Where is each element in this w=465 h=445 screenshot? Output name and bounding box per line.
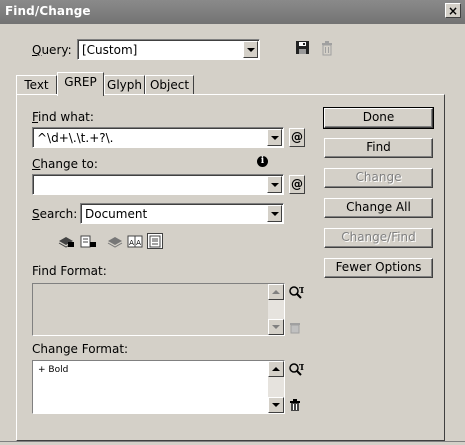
tab-text[interactable]: Text <box>16 75 57 95</box>
tab-glyph[interactable]: Glyph <box>104 75 145 95</box>
save-query-icon[interactable] <box>295 40 311 56</box>
include-locked-stories-icon[interactable] <box>80 234 97 249</box>
search-label: Search: <box>32 207 78 221</box>
svg-text:T: T <box>299 285 304 295</box>
find-button[interactable]: Find <box>324 138 433 158</box>
include-locked-layers-icon[interactable] <box>58 234 75 249</box>
window-title: Find/Change <box>5 4 91 18</box>
find-what-label: Find what: <box>32 110 94 124</box>
include-master-pages-icon[interactable]: A A <box>127 234 144 249</box>
include-footnotes-icon[interactable] <box>147 233 164 249</box>
find-format-label: Find Format: <box>32 264 107 278</box>
search-dropdown-arrow[interactable] <box>267 205 282 222</box>
find-format-scrollbar[interactable] <box>268 284 284 335</box>
svg-text:A: A <box>129 239 134 247</box>
change-all-button[interactable]: Change All <box>324 198 433 218</box>
query-dropdown-arrow[interactable] <box>243 41 258 58</box>
find-what-input[interactable]: ^\d+\.\t.+?\. <box>32 127 284 148</box>
find-format-box[interactable] <box>32 283 285 336</box>
change-find-button[interactable]: Change/Find <box>324 228 433 248</box>
change-button[interactable]: Change <box>324 168 433 188</box>
clear-change-attributes-icon[interactable] <box>289 398 301 412</box>
change-format-box[interactable]: + Bold <box>32 360 285 414</box>
delete-query-icon[interactable] <box>320 40 334 56</box>
find-format-scroll-up[interactable] <box>268 284 284 300</box>
clear-find-attributes-icon[interactable] <box>289 320 301 334</box>
change-to-dropdown-arrow[interactable] <box>267 176 282 193</box>
specify-find-attributes-icon[interactable]: T <box>288 285 304 301</box>
find-what-value: ^\d+\.\t.+?\. <box>37 131 114 145</box>
change-format-scroll-up[interactable] <box>268 361 284 377</box>
find-format-scroll-down[interactable] <box>268 319 284 335</box>
change-to-input[interactable] <box>32 174 284 195</box>
svg-text:A: A <box>136 239 141 247</box>
change-format-item: + Bold <box>38 365 69 375</box>
search-select[interactable]: Document <box>80 203 284 224</box>
change-to-label: Change to: <box>32 157 98 171</box>
search-value: Document <box>85 207 148 221</box>
fewer-options-button[interactable]: Fewer Options <box>324 258 433 278</box>
change-format-label: Change Format: <box>32 342 129 356</box>
specify-change-attributes-icon[interactable]: T <box>288 362 304 378</box>
window-bottom-edge <box>0 441 465 445</box>
close-button[interactable]: × <box>445 3 461 18</box>
tab-grep[interactable]: GREP <box>57 72 104 96</box>
title-bar: Find/Change × <box>0 0 465 24</box>
change-format-scrollbar[interactable] <box>268 361 284 413</box>
query-select[interactable]: [Custom] <box>77 39 260 60</box>
change-special-characters-button[interactable]: @ <box>289 175 305 194</box>
find-special-characters-button[interactable]: @ <box>289 128 305 147</box>
change-format-scroll-down[interactable] <box>268 397 284 413</box>
query-value: [Custom] <box>82 43 138 57</box>
include-hidden-layers-icon[interactable] <box>107 234 124 249</box>
info-icon[interactable]: i <box>257 156 268 167</box>
svg-text:T: T <box>299 362 304 372</box>
done-button[interactable]: Done <box>323 107 434 129</box>
tab-object[interactable]: Object <box>145 75 194 95</box>
find-what-dropdown-arrow[interactable] <box>267 129 282 146</box>
query-label: Query: <box>32 43 72 57</box>
